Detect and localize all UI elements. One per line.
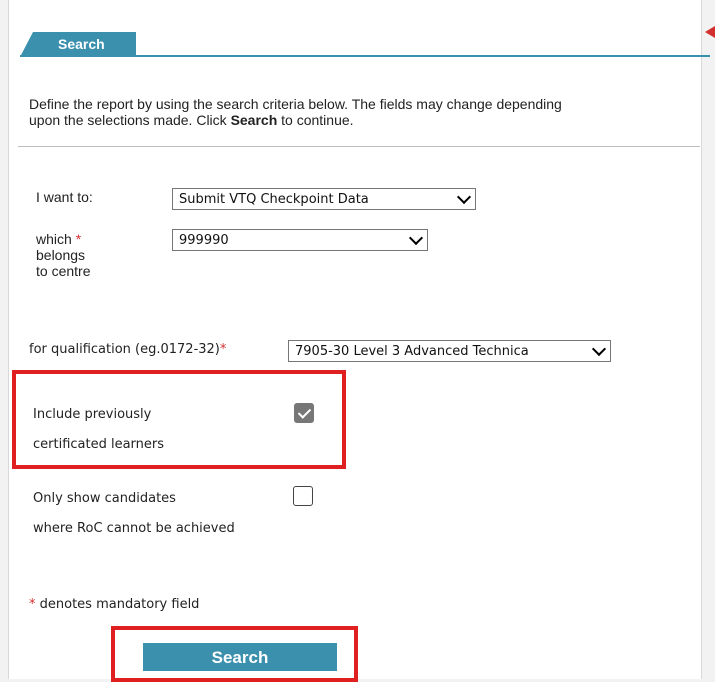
tab-search-label: Search <box>58 36 105 52</box>
highlight-box-search <box>111 626 358 682</box>
intro-line2-suffix: to continue. <box>277 112 354 128</box>
intro-text: Define the report by using the search cr… <box>29 96 694 128</box>
tab-underline <box>20 55 710 57</box>
centre-label-line3: to centre <box>36 263 91 279</box>
tab-bar: Search <box>10 20 710 57</box>
mandatory-note: * denotes mandatory field <box>29 597 199 613</box>
divider <box>18 146 700 147</box>
tab-search[interactable]: Search <box>20 32 136 57</box>
highlight-box-checkbox <box>12 370 346 469</box>
required-mark: * <box>219 342 227 357</box>
qualification-value: 7905-30 Level 3 Advanced Technica <box>295 344 529 359</box>
i-want-to-value: Submit VTQ Checkpoint Data <box>179 192 369 207</box>
centre-label-line1: which <box>36 231 72 247</box>
chevron-down-icon <box>456 189 472 205</box>
mandatory-note-text: denotes mandatory field <box>35 597 200 612</box>
roc-line2: where RoC cannot be achieved <box>33 521 235 536</box>
centre-value: 999990 <box>179 233 229 248</box>
intro-line2-prefix: upon the selections made. Click <box>29 112 231 128</box>
intro-line1: Define the report by using the search cr… <box>29 96 562 112</box>
centre-label: which * belongs to centre <box>36 231 90 279</box>
intro-line2-bold: Search <box>230 112 278 128</box>
qualification-label-text: for qualification (eg.0172-32) <box>29 342 220 357</box>
roc-checkbox[interactable] <box>293 486 313 506</box>
centre-select[interactable]: 999990 <box>172 229 428 251</box>
chevron-down-icon <box>591 341 607 357</box>
i-want-to-label: I want to: <box>36 189 93 205</box>
tab-notch-shape <box>20 32 33 57</box>
i-want-to-select[interactable]: Submit VTQ Checkpoint Data <box>172 188 476 210</box>
required-mark: * <box>75 231 82 247</box>
corner-marker-icon <box>705 26 715 38</box>
qualification-label: for qualification (eg.0172-32)* <box>29 342 226 358</box>
roc-line1: Only show candidates <box>33 491 176 506</box>
centre-label-line2: belongs <box>36 247 86 263</box>
chevron-down-icon <box>408 230 424 246</box>
roc-label: Only show candidates where RoC cannot be… <box>33 484 235 544</box>
qualification-select[interactable]: 7905-30 Level 3 Advanced Technica <box>288 340 611 362</box>
